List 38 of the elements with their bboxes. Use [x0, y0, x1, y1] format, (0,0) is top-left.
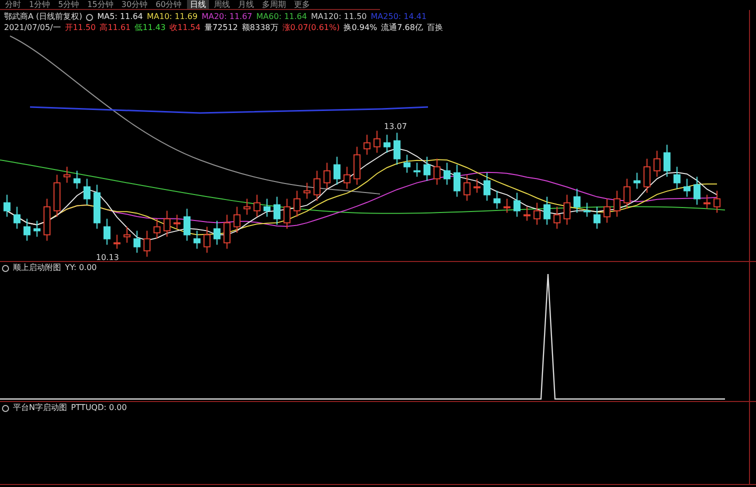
indicator-reading: YY: 0.00 [65, 263, 97, 273]
quote-value: 高11.61 [100, 23, 131, 33]
period-tab[interactable]: 1分钟 [26, 0, 54, 9]
period-tab[interactable]: 60分钟 [152, 0, 185, 9]
quote-value: 额8338万 [242, 23, 278, 33]
quote-value: 低11.43 [134, 23, 166, 33]
quote-value: 收11.54 [170, 23, 200, 33]
moving-average-label: MA60: 11.64 [256, 12, 307, 22]
quote-value: 开11.50 [64, 23, 96, 33]
high-price-label: 13.07 [384, 122, 407, 131]
quote-value: 涨0.07(0.61%) [282, 23, 340, 33]
period-tab[interactable]: 15分钟 [84, 0, 116, 9]
quote-extra: 百换 [426, 23, 443, 33]
settings-icon[interactable] [86, 14, 94, 20]
quote-date: 2021/07/05/一 [4, 23, 61, 33]
settings-icon[interactable] [2, 404, 9, 412]
moving-average-label: MA10: 11.69 [146, 12, 198, 22]
indicator-title: 顺上启动附图 [13, 263, 61, 273]
period-tab[interactable]: 多周期 [258, 0, 289, 9]
stock-title: 鄂武商A (日线前复权) [4, 12, 82, 22]
moving-average-label: MA120: 11.50 [310, 12, 367, 22]
quote-value: 换0.94% [344, 23, 378, 33]
period-tab[interactable]: 5分钟 [55, 0, 82, 9]
period-tab[interactable]: 分时 [2, 0, 24, 9]
settings-icon[interactable] [2, 264, 9, 272]
moving-average-label: MA20: 11.67 [202, 12, 252, 22]
moving-average-label: MA5: 11.64 [97, 12, 143, 22]
indicator-title: 平台N字启动图 [13, 403, 67, 413]
period-tab[interactable]: 周线 [210, 0, 233, 9]
period-tab[interactable]: 月线 [234, 0, 257, 9]
indicator-reading: PTTUQD: 0.00 [70, 403, 127, 413]
period-tab[interactable]: 更多 [290, 0, 313, 9]
moving-average-label: MA250: 14.41 [370, 12, 427, 22]
quote-value: 量72512 [204, 23, 238, 33]
low-price-label: 10.13 [96, 253, 119, 262]
quote-value: 流通7.68亿 [381, 23, 423, 33]
period-tab[interactable]: 日线 [186, 0, 209, 9]
period-tab[interactable]: 30分钟 [118, 0, 151, 9]
